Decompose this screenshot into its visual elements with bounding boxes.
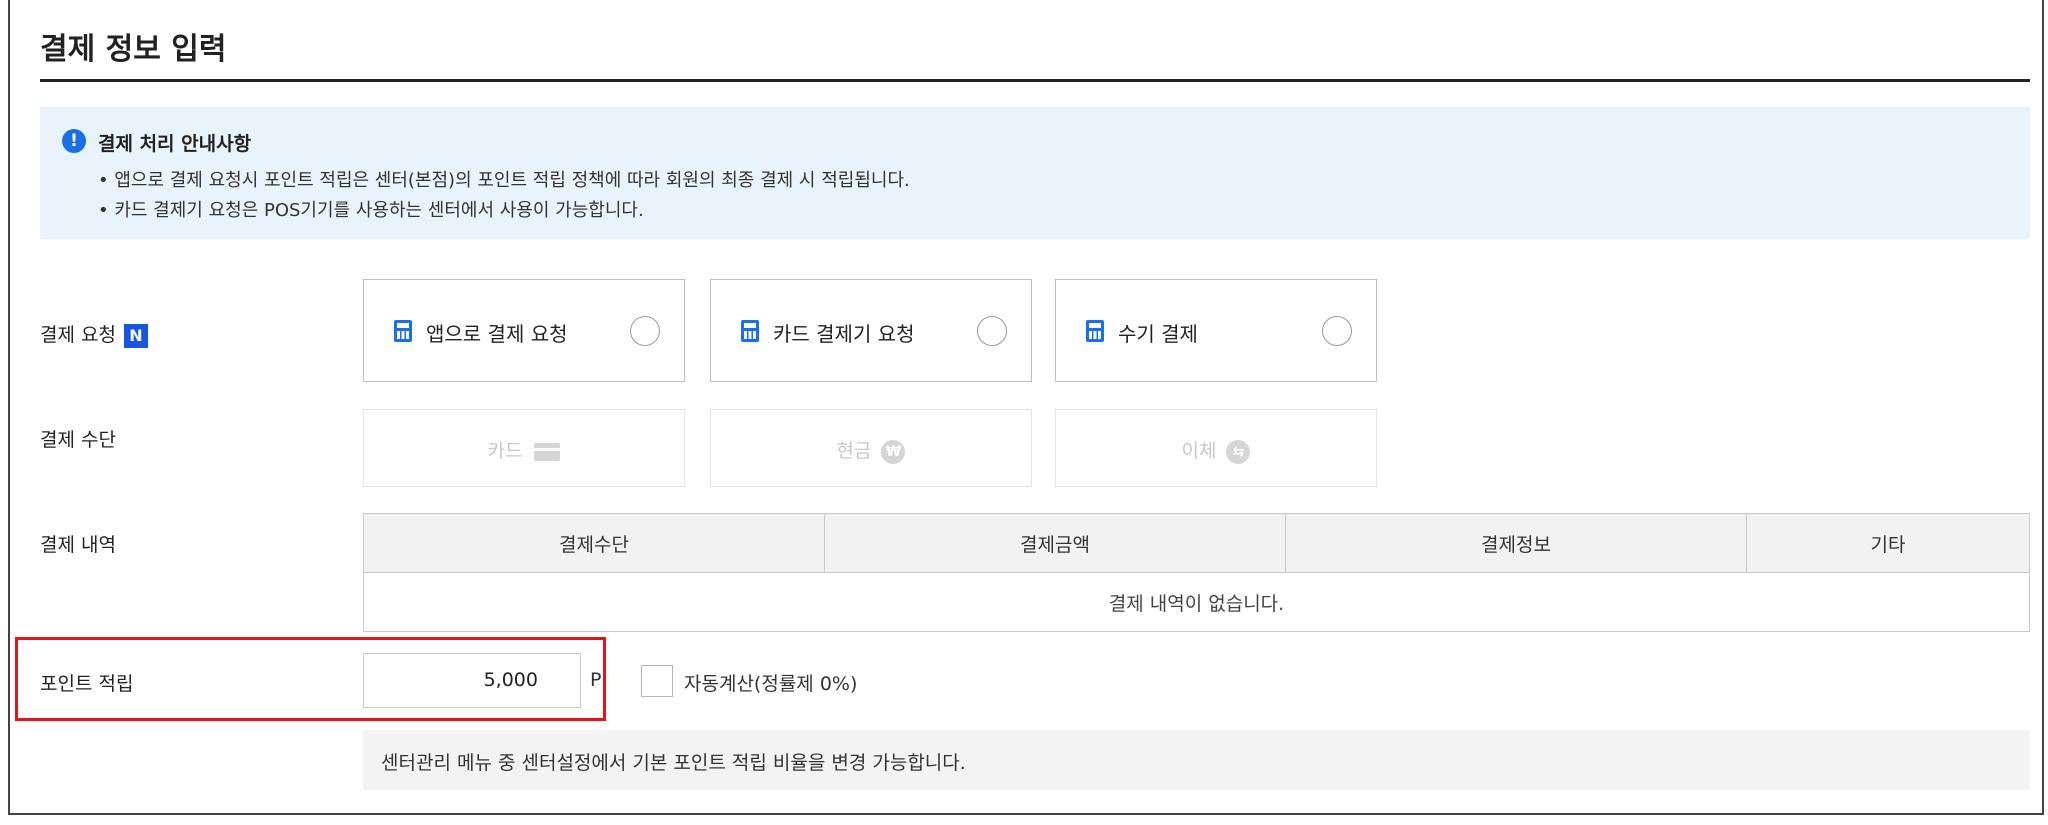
option-radio[interactable]: [1322, 316, 1352, 346]
option-radio[interactable]: [977, 316, 1007, 346]
method-label: 현금: [836, 440, 872, 462]
notice-box: ! 결제 처리 안내사항 • 앱으로 결제 요청시 포인트 적립은 센터(본점)…: [40, 107, 2030, 239]
method-label: 이체: [1181, 440, 1217, 462]
payment-method-card[interactable]: 카드: [363, 409, 685, 487]
table-header-row: 결제수단 결제금액 결제정보 기타: [363, 513, 2030, 573]
calculator-icon: [741, 320, 759, 342]
option-radio[interactable]: [630, 316, 660, 346]
payment-method-label: 결제 수단: [40, 429, 116, 451]
method-label: 카드: [487, 440, 523, 462]
help-bar: 센터관리 메뉴 중 센터설정에서 기본 포인트 적립 비율을 변경 가능합니다.: [363, 730, 2030, 790]
payment-method-transfer[interactable]: 이체 ⇆: [1055, 409, 1377, 487]
table-row: 결제 내역이 없습니다.: [363, 572, 2030, 632]
payment-request-label: 결제 요청 N: [40, 320, 148, 348]
payment-request-option-app[interactable]: 앱으로 결제 요청: [363, 279, 685, 382]
column-header: 기타: [1746, 513, 2030, 573]
calculator-icon: [394, 320, 412, 342]
option-label: 앱으로 결제 요청: [426, 322, 568, 346]
payment-method-cash[interactable]: 현금 ₩: [710, 409, 1032, 487]
column-header: 결제수단: [363, 513, 825, 573]
column-header: 결제정보: [1285, 513, 1747, 573]
auto-calc-checkbox[interactable]: [641, 665, 673, 697]
won-icon: ₩: [881, 439, 906, 464]
auto-calc-label[interactable]: 자동계산(정률제 0%): [684, 669, 857, 696]
card-icon: [534, 442, 561, 461]
notice-line: • 카드 결제기 요청은 POS기기를 사용하는 센터에서 사용이 가능합니다.: [98, 200, 644, 221]
calculator-icon: [1086, 320, 1104, 342]
option-label: 수기 결제: [1118, 322, 1198, 346]
page-title: 결제 정보 입력: [40, 32, 227, 67]
transfer-icon: ⇆: [1226, 439, 1251, 464]
payment-request-option-card-terminal[interactable]: 카드 결제기 요청: [710, 279, 1032, 382]
option-label: 카드 결제기 요청: [773, 322, 915, 346]
payment-request-option-manual[interactable]: 수기 결제: [1055, 279, 1377, 382]
help-text: 센터관리 메뉴 중 센터설정에서 기본 포인트 적립 비율을 변경 가능합니다.: [381, 752, 966, 774]
payment-history-label: 결제 내역: [40, 534, 116, 556]
title-divider: [40, 79, 2030, 82]
empty-state-text: 결제 내역이 없습니다.: [363, 572, 2030, 632]
column-header: 결제금액: [824, 513, 1286, 573]
payment-history-table: 결제수단 결제금액 결제정보 기타 결제 내역이 없습니다.: [363, 513, 2030, 632]
notice-line: • 앱으로 결제 요청시 포인트 적립은 센터(본점)의 포인트 적립 정책에 …: [98, 170, 910, 191]
notice-title: 결제 처리 안내사항: [98, 133, 252, 155]
highlight-box: [15, 637, 606, 721]
new-badge: N: [123, 323, 148, 348]
info-icon: !: [62, 129, 86, 153]
